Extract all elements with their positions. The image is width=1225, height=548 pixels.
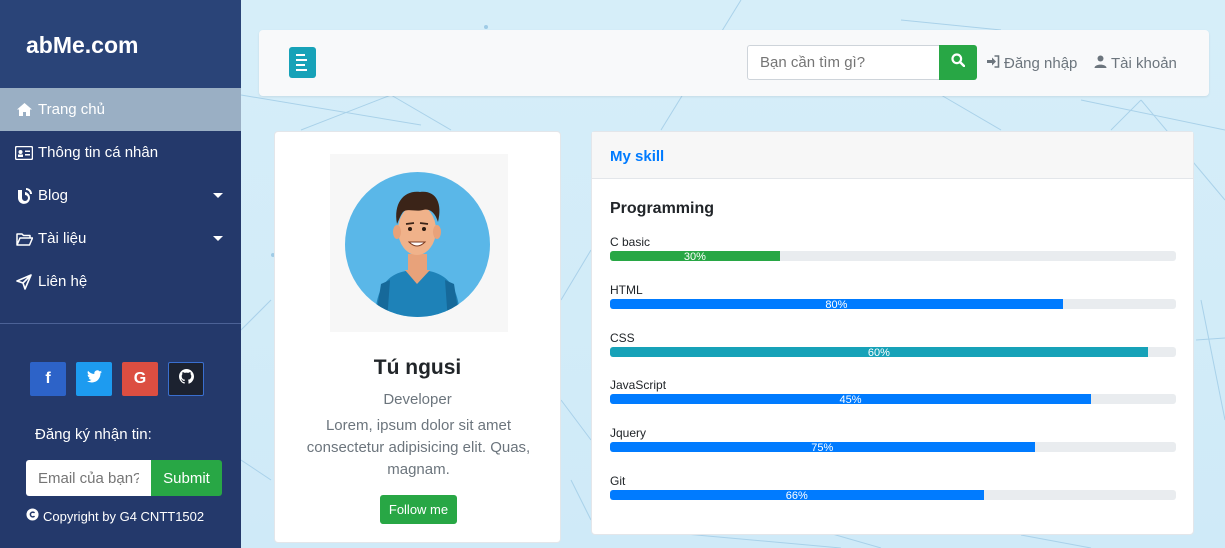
login-link[interactable]: Đăng nhập	[986, 55, 1077, 72]
sidebar-item-profile[interactable]: Thông tin cá nhân	[0, 131, 241, 174]
login-label: Đăng nhập	[1004, 55, 1078, 72]
follow-button[interactable]: Follow me	[380, 495, 457, 524]
copyright-icon	[26, 508, 39, 524]
progress-track: 30%	[610, 251, 1176, 261]
facebook-button[interactable]: f	[30, 362, 66, 396]
sidebar-item-home[interactable]: Trang chủ	[0, 88, 241, 131]
menu-line	[296, 59, 307, 61]
skill-item: JavaScript 45%	[610, 378, 1176, 404]
user-icon	[1094, 55, 1107, 72]
progress-fill: 45%	[610, 394, 1092, 404]
search-button[interactable]	[939, 45, 977, 80]
skill-item: C basic 30%	[610, 235, 1176, 261]
sidebar-item-documents[interactable]: Tài liệu	[0, 217, 241, 260]
github-icon	[178, 369, 194, 389]
menu-line	[296, 69, 307, 71]
sidebar-divider	[0, 323, 241, 324]
github-button[interactable]	[168, 362, 204, 396]
facebook-icon: f	[45, 370, 51, 387]
chevron-down-icon	[213, 193, 223, 198]
sidebar-item-label: Blog	[38, 187, 69, 204]
avatar	[330, 154, 508, 332]
home-icon	[14, 102, 34, 117]
progress-track: 80%	[610, 299, 1176, 309]
copyright: Copyright by G4 CNTT1502	[26, 508, 204, 524]
progress-fill: 60%	[610, 347, 1148, 357]
skill-item: HTML 80%	[610, 283, 1176, 309]
sidebar-item-blog[interactable]: Blog	[0, 174, 241, 217]
skill-name: Jquery	[610, 426, 647, 440]
progress-fill: 30%	[610, 251, 780, 261]
blog-icon	[14, 187, 34, 204]
menu-line	[296, 64, 305, 66]
progress-fill: 80%	[610, 299, 1063, 309]
sidebar-item-label: Trang chủ	[38, 101, 105, 118]
progress-fill: 66%	[610, 490, 984, 500]
google-button[interactable]: G	[122, 362, 158, 396]
search-icon	[951, 53, 966, 72]
sidebar-toggle-button[interactable]	[289, 47, 316, 78]
sidebar-item-label: Thông tin cá nhân	[38, 144, 159, 161]
account-label: Tài khoản	[1111, 55, 1177, 72]
sidebar-item-label: Tài liệu	[38, 230, 87, 247]
progress-track: 45%	[610, 394, 1176, 404]
sign-in-icon	[986, 55, 1000, 72]
subscribe-label: Đăng ký nhận tin:	[35, 426, 152, 443]
twitter-button[interactable]	[76, 362, 112, 396]
profile-role: Developer	[383, 391, 452, 408]
progress-track: 60%	[610, 347, 1176, 357]
skills-title: My skill	[592, 132, 1193, 179]
search-input[interactable]	[747, 45, 940, 80]
folder-icon	[14, 232, 34, 246]
email-field[interactable]	[26, 460, 151, 496]
skill-item: CSS 60%	[610, 331, 1176, 357]
subscribe-form: Submit	[26, 460, 222, 496]
menu-line	[296, 54, 305, 56]
skill-name: Git	[610, 474, 626, 488]
top-navbar: Đăng nhập Tài khoản	[259, 30, 1209, 96]
id-card-icon	[14, 145, 34, 160]
skills-subtitle: Programming	[610, 200, 715, 217]
progress-fill: 75%	[610, 442, 1035, 452]
skills-card: My skill Programming C basic 30% HTML 80…	[591, 131, 1194, 535]
skill-name: C basic	[610, 235, 651, 249]
profile-card: Tú ngusi Developer Lorem, ipsum dolor si…	[274, 131, 561, 543]
copyright-text: Copyright by G4 CNTT1502	[43, 508, 205, 524]
profile-bio: Lorem, ipsum dolor sit amet consectetur …	[306, 417, 531, 478]
skill-name: JavaScript	[610, 378, 667, 392]
sidebar: abMe.com Trang chủ Thông tin cá nhân Blo…	[0, 0, 241, 548]
skill-name: HTML	[610, 283, 643, 297]
social-links: f G	[30, 362, 204, 396]
skill-item: Jquery 75%	[610, 426, 1176, 452]
account-link[interactable]: Tài khoản	[1094, 55, 1177, 72]
sidebar-item-label: Liên hệ	[38, 273, 88, 290]
profile-name: Tú ngusi	[373, 356, 462, 379]
sidebar-item-contact[interactable]: Liên hệ	[0, 260, 241, 303]
progress-track: 75%	[610, 442, 1176, 452]
brand-logo[interactable]: abMe.com	[0, 0, 241, 88]
chevron-down-icon	[213, 236, 223, 241]
submit-button[interactable]: Submit	[151, 460, 222, 496]
skill-item: Git 66%	[610, 474, 1176, 500]
avatar-illustration	[345, 172, 490, 317]
google-icon: G	[133, 370, 147, 387]
skill-name: CSS	[610, 331, 635, 345]
progress-track: 66%	[610, 490, 1176, 500]
twitter-icon	[86, 370, 102, 388]
paper-plane-icon	[14, 273, 34, 290]
